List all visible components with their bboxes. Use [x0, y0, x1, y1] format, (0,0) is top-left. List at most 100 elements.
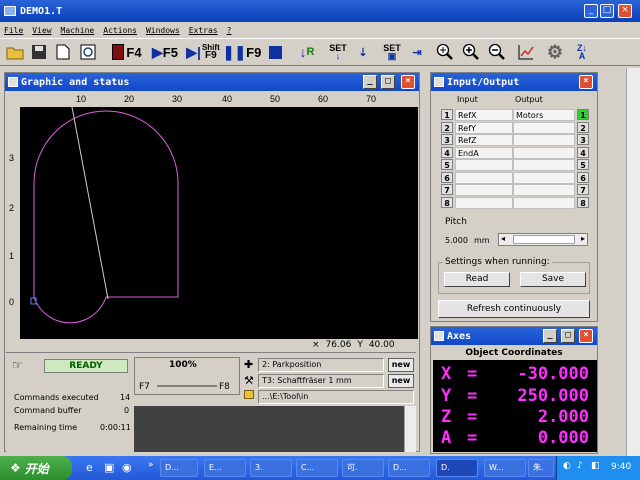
menu-extras[interactable]: Extras	[189, 26, 218, 35]
axes-display: X = -30.000 Y = 250.000 Z = 2.000 A = 0.000	[433, 360, 597, 452]
tool-field[interactable]: T3: Schaftfräser 1 mm	[258, 374, 384, 388]
refresh-continuously-button[interactable]: Refresh continuously	[438, 300, 590, 318]
toolpath-canvas[interactable]	[20, 106, 418, 339]
io-panel-titlebar: Input/Output ×	[431, 73, 597, 91]
quicklaunch-more-icon[interactable]: »	[148, 460, 154, 470]
new-document-icon[interactable]	[52, 41, 74, 63]
graphic-close-button[interactable]: ×	[401, 75, 415, 89]
go-park-button[interactable]: ⇥	[408, 41, 426, 63]
open-folder-icon[interactable]	[4, 41, 26, 63]
chart-tool-button[interactable]	[514, 41, 538, 63]
settings-button[interactable]: ⚙	[542, 41, 568, 63]
zoom-in-button[interactable]	[460, 41, 482, 63]
f4-button[interactable]: F4	[108, 41, 146, 63]
tool-path-field[interactable]: ...\E:\Tool\in	[258, 390, 414, 404]
message-log[interactable]	[134, 406, 404, 452]
main-scrollbar[interactable]	[626, 68, 640, 456]
new-position-button[interactable]: new	[388, 358, 414, 372]
zoom-out-button[interactable]	[486, 41, 508, 63]
io-row: 3 RefZ 3	[441, 134, 589, 147]
io-output-toggle[interactable]: 3	[577, 134, 589, 145]
pitch-scroll-thumb[interactable]	[513, 235, 575, 244]
io-input-index: 3	[441, 134, 453, 145]
start-button[interactable]: ❖ 开始	[0, 456, 72, 480]
io-output-toggle[interactable]: 5	[577, 159, 589, 170]
toolpath-drawing	[30, 106, 179, 324]
position-field[interactable]: 2: Parkposition	[258, 358, 384, 372]
sort-az-icon: Z↓ A	[577, 43, 587, 61]
tray-input-icon[interactable]: ◧	[591, 461, 600, 471]
move-z-button[interactable]: ⇣	[354, 41, 372, 63]
menu-view[interactable]: View	[32, 26, 51, 35]
quicklaunch-ie-icon[interactable]: e	[86, 461, 93, 474]
maximize-button[interactable]: □	[600, 4, 614, 18]
f9-button[interactable]: ❚❚ F9	[223, 41, 262, 63]
message-scrollbar[interactable]	[404, 406, 416, 452]
save-disk-icon[interactable]	[28, 41, 50, 63]
io-output-toggle[interactable]: 4	[577, 146, 589, 158]
io-output-cell	[513, 121, 575, 134]
minimize-button[interactable]: _	[584, 4, 598, 18]
set-zero-button[interactable]: SET ↓	[324, 41, 352, 63]
print-preview-icon[interactable]	[76, 41, 102, 63]
menu-help[interactable]: ?	[227, 26, 232, 35]
tray-volume-icon[interactable]: ♪	[577, 461, 583, 471]
taskbar-item[interactable]: E...	[204, 459, 246, 477]
feed-slider[interactable]	[157, 385, 217, 387]
io-output-toggle[interactable]: 8	[577, 196, 589, 208]
axes-close-button[interactable]: ×	[579, 329, 593, 343]
stop-button[interactable]	[264, 41, 286, 63]
park-icon: ▣	[387, 51, 397, 61]
taskbar-item[interactable]: C...	[296, 459, 338, 477]
graphic-maximize-button[interactable]: □	[381, 75, 395, 89]
f7-label: F7	[139, 382, 150, 392]
io-output-cell	[513, 134, 575, 146]
zoom-in-icon	[462, 43, 479, 60]
io-output-toggle[interactable]: 6	[577, 171, 589, 183]
quicklaunch-media-icon[interactable]: ◉	[122, 461, 132, 474]
taskbar-item[interactable]: 3.	[250, 459, 292, 477]
scroll-left-icon[interactable]: ◂	[501, 234, 505, 243]
menu-actions[interactable]: Actions	[103, 26, 137, 35]
zoom-fit-button[interactable]	[434, 41, 456, 63]
menu-bar: File View Machine Actions Windows Extras…	[0, 22, 640, 38]
axes-maximize-button[interactable]: □	[561, 329, 575, 343]
feed-override: 100% F7 F8	[134, 357, 240, 395]
f5-button[interactable]: ▶ F5	[148, 41, 182, 63]
taskbar-item[interactable]: D...	[388, 459, 430, 477]
gear-icon: ⚙	[546, 41, 564, 62]
quicklaunch-desktop-icon[interactable]: ▣	[104, 461, 114, 474]
menu-windows[interactable]: Windows	[146, 26, 180, 35]
reference-button[interactable]: ↓ R	[294, 41, 320, 63]
clock[interactable]: 9:40	[611, 462, 631, 472]
read-button[interactable]: Read	[444, 272, 510, 287]
io-row: 2 RefY 2	[441, 121, 589, 135]
sort-az-button[interactable]: Z↓ A	[570, 41, 594, 63]
io-output-toggle[interactable]: 2	[577, 121, 589, 133]
set-park-button[interactable]: SET ▣	[378, 41, 406, 63]
ruler-tick-label: 10	[76, 94, 87, 104]
graphic-minimize-button[interactable]: _	[363, 75, 377, 89]
ruler-tick-label: 70	[366, 94, 377, 104]
menu-machine[interactable]: Machine	[61, 26, 95, 35]
taskbar-item[interactable]: 朱.	[528, 459, 554, 477]
save-button[interactable]: Save	[520, 272, 586, 287]
tray-network-icon[interactable]: ◐	[563, 461, 571, 471]
menu-file[interactable]: File	[4, 26, 23, 35]
io-output-toggle[interactable]: 7	[577, 184, 589, 195]
taskbar-item[interactable]: 可.	[342, 459, 384, 477]
ruler-tick-label: 30	[172, 94, 183, 104]
taskbar-item[interactable]: D...	[160, 459, 198, 477]
io-output-toggle[interactable]: 1	[577, 109, 589, 120]
shift-f9-button[interactable]: ▶| Shift F9	[184, 41, 222, 63]
close-button[interactable]: ×	[618, 4, 632, 18]
io-close-button[interactable]: ×	[579, 75, 593, 89]
new-tool-button[interactable]: new	[388, 374, 414, 388]
move-down-icon: ⇣	[358, 46, 368, 59]
taskbar-item[interactable]: D.	[436, 459, 478, 477]
pitch-scrollbar[interactable]: ◂ ▸	[498, 233, 588, 246]
axes-minimize-button[interactable]: _	[543, 329, 557, 343]
scroll-right-icon[interactable]: ▸	[581, 234, 585, 243]
graphic-panel-titlebar: Graphic and status _ □ ×	[5, 73, 419, 91]
taskbar-item[interactable]: W...	[484, 459, 526, 477]
